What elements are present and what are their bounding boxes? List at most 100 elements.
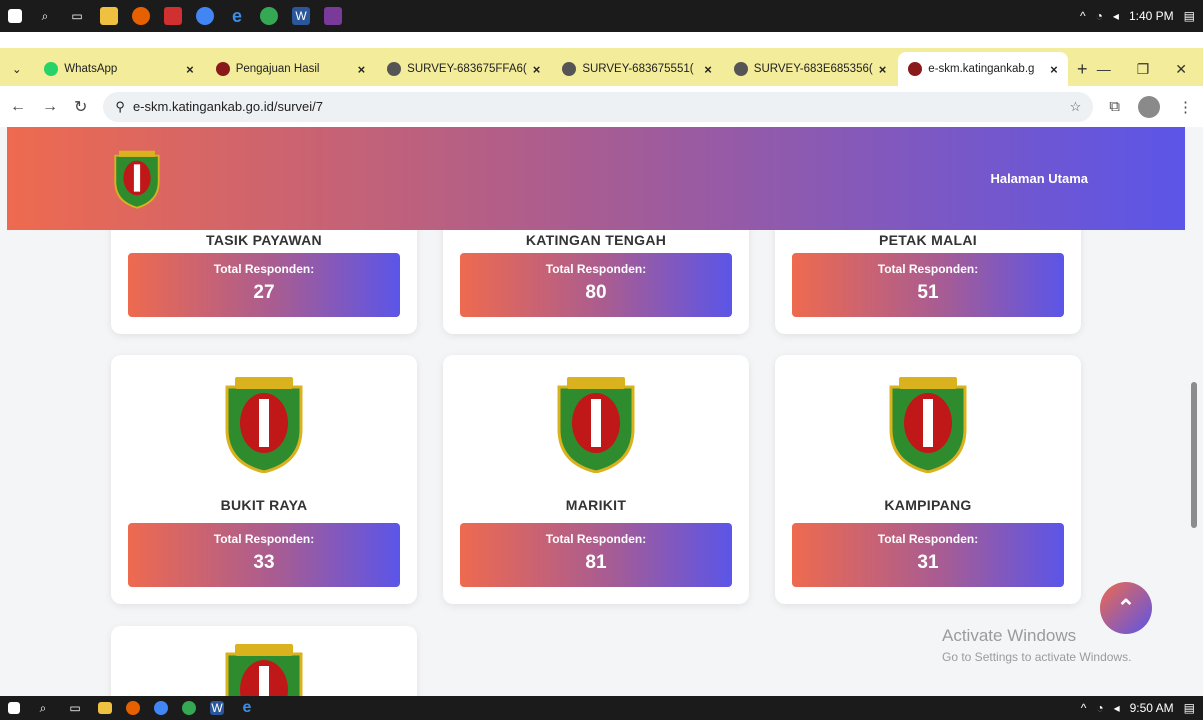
chrome-icon[interactable] [154,701,168,715]
tab-survey-1[interactable]: SURVEY-683675FFA6( × [377,52,550,86]
top-taskbar: ⌕ ▭ e W ^ ◔ ◂ 1:40 PM ▤ [0,0,1203,32]
page-content: Halaman Utama TASIK PAYAWAN Total Respon… [0,127,1203,696]
winrar-icon[interactable] [324,7,342,25]
file-explorer-icon[interactable] [98,702,112,714]
app-icon[interactable] [164,7,182,25]
card-kecamatan: KAMPIPANG Total Responden: 31 [775,355,1081,604]
task-view-icon[interactable]: ▭ [66,699,84,717]
card-kecamatan [111,626,417,696]
reload-icon[interactable]: ↻ [74,97,87,117]
close-icon[interactable]: × [704,62,712,77]
responden-box: Total Responden: 27 [128,253,400,317]
whatsapp-icon [44,62,59,76]
address-toolbar: ← → ↻ ⚲ e-skm.katingankab.go.id/survei/7… [0,86,1203,127]
site-info-icon[interactable]: ⚲ [115,99,125,115]
search-icon[interactable]: ⌕ [36,7,54,25]
site-logo-icon [215,62,230,76]
firefox-icon[interactable] [126,701,140,715]
browser-chrome: ⌄ WhatsApp × Pengajuan Hasil × SURVEY-68… [0,32,1203,127]
clock[interactable]: 1:40 PM [1129,9,1174,23]
menu-icon[interactable]: ⋮ [1178,98,1193,116]
bookmark-star-icon[interactable]: ☆ [1070,99,1082,115]
responden-count: 33 [253,552,275,573]
katingan-crest-icon [225,644,303,696]
scroll-thumb[interactable] [1191,382,1197,528]
system-tray: ^ ◔ ◂ 9:50 AM ▤ [1081,701,1195,715]
task-view-icon[interactable]: ▭ [68,7,86,25]
close-icon[interactable]: × [358,62,366,77]
site-logo-icon [908,62,923,76]
responden-count: 80 [585,282,607,303]
profile-avatar[interactable] [1138,95,1160,118]
chrome-alt-icon[interactable] [260,7,278,25]
card-kecamatan: BUKIT RAYA Total Responden: 33 [111,355,417,604]
search-icon[interactable]: ⌕ [34,699,52,717]
responden-box: Total Responden: 80 [460,253,732,317]
responden-count: 31 [917,552,939,573]
notification-icon[interactable]: ▤ [1184,701,1195,715]
url-text: e-skm.katingankab.go.id/survei/7 [132,99,323,114]
window-controls: — ❐ ✕ [1097,52,1197,86]
restore-icon[interactable]: ❐ [1137,61,1150,78]
volume-icon[interactable]: ◂ [1114,701,1120,715]
chevron-up-icon: ⌃ [1116,595,1136,620]
file-explorer-icon[interactable] [100,7,118,25]
card-kecamatan: MARIKIT Total Responden: 81 [443,355,749,604]
clock[interactable]: 9:50 AM [1130,701,1174,715]
tab-survey-3[interactable]: SURVEY-683E685356( × [724,52,897,86]
chevron-up-icon[interactable]: ^ [1080,9,1086,23]
windows-start-icon[interactable] [8,9,22,23]
close-icon[interactable]: × [879,62,887,77]
close-icon[interactable]: × [1050,62,1058,77]
chevron-up-icon[interactable]: ^ [1081,701,1087,715]
responden-count: 51 [917,282,939,303]
katingan-logo-icon[interactable] [110,147,164,209]
minimize-icon[interactable]: — [1097,61,1111,77]
card-title: MARIKIT [565,497,627,513]
globe-icon [562,62,577,76]
responden-count: 81 [585,552,607,573]
chrome-icon[interactable] [196,7,214,25]
firefox-icon[interactable] [132,7,150,25]
chrome-alt-icon[interactable] [182,701,196,715]
katingan-crest-icon [225,377,303,473]
card-title: BUKIT RAYA [220,497,308,513]
close-icon[interactable]: × [533,62,541,77]
tab-pengajuan[interactable]: Pengajuan Hasil × [206,52,375,86]
toolbar-right: ⧉ ⋮ [1109,95,1193,118]
back-icon[interactable]: ← [10,98,26,116]
activate-windows-watermark: Activate Windows Go to Settings to activ… [942,626,1132,664]
responden-count: 27 [253,282,275,303]
forward-icon[interactable]: → [42,98,58,116]
close-window-icon[interactable]: ✕ [1175,61,1187,78]
word-icon[interactable]: W [210,701,224,715]
extensions-icon[interactable]: ⧉ [1109,98,1120,115]
site-header: Halaman Utama [7,127,1185,230]
edge-icon[interactable]: e [228,6,246,26]
network-icon[interactable]: ◔ [1096,9,1103,23]
tab-survey-2[interactable]: SURVEY-683675551( × [552,52,721,86]
card-title: KAMPIPANG [884,497,972,513]
responden-box: Total Responden: 33 [128,523,400,587]
system-tray: ^ ◔ ◂ 1:40 PM ▤ [1080,9,1195,23]
tab-strip: ⌄ WhatsApp × Pengajuan Hasil × SURVEY-68… [0,32,1203,86]
nav-home-link[interactable]: Halaman Utama [990,171,1088,186]
new-tab-button[interactable]: + [1070,52,1095,86]
tab-list-button[interactable]: ⌄ [6,52,32,86]
card-title: TASIK PAYAWAN [206,232,322,248]
windows-start-icon[interactable] [8,702,20,714]
address-bar[interactable]: ⚲ e-skm.katingankab.go.id/survei/7 ☆ [103,91,1094,122]
tab-whatsapp[interactable]: WhatsApp × [34,52,203,86]
katingan-crest-icon [557,377,635,473]
katingan-crest-icon [889,377,967,473]
tab-eskm[interactable]: e-skm.katingankab.g × [898,52,1068,86]
word-icon[interactable]: W [292,7,310,25]
page-scrollbar[interactable] [1189,127,1199,696]
edge-icon[interactable]: e [238,699,256,717]
close-icon[interactable]: × [186,62,194,77]
responden-box: Total Responden: 81 [460,523,732,587]
notification-icon[interactable]: ▤ [1184,9,1195,23]
card-title: PETAK MALAI [879,232,977,248]
network-icon[interactable]: ◔ [1096,701,1103,715]
volume-icon[interactable]: ◂ [1113,9,1119,23]
